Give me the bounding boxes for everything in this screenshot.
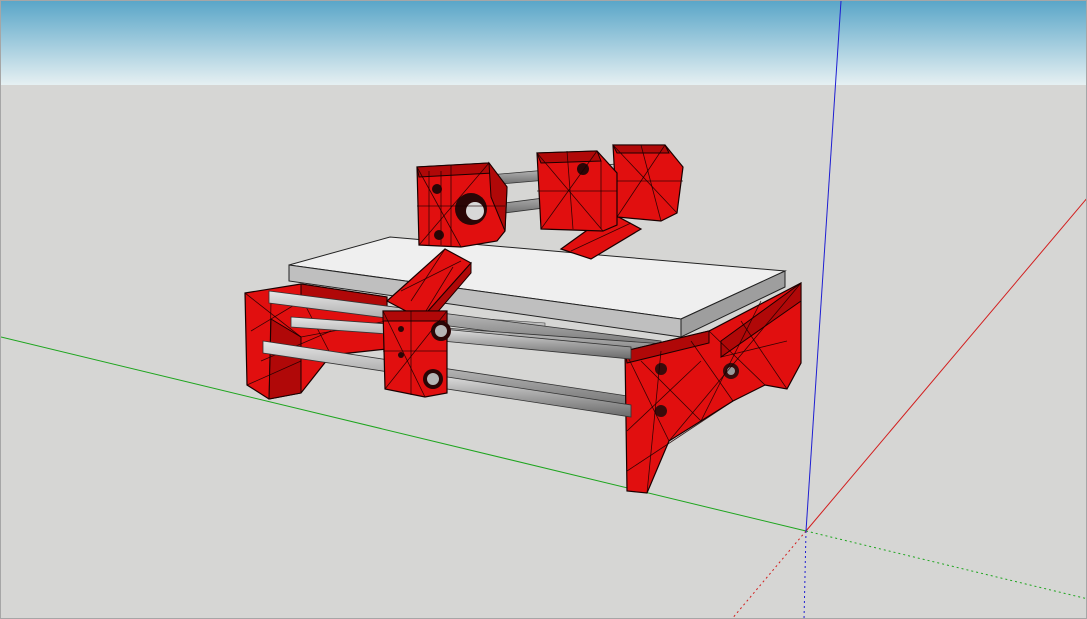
- 3d-scene[interactable]: [1, 1, 1087, 619]
- sketchup-viewport[interactable]: [0, 0, 1087, 619]
- front-carriage[interactable]: [382, 310, 451, 398]
- red-axis-dotted: [732, 530, 807, 618]
- middle-top-block[interactable]: [536, 150, 618, 232]
- rear-top-block[interactable]: [612, 144, 684, 222]
- blue-axis-dotted: [803, 530, 807, 618]
- red-axis: [805, 198, 1086, 532]
- blue-axis: [805, 1, 842, 532]
- front-top-block[interactable]: [416, 161, 508, 248]
- green-axis-dotted: [805, 530, 1086, 600]
